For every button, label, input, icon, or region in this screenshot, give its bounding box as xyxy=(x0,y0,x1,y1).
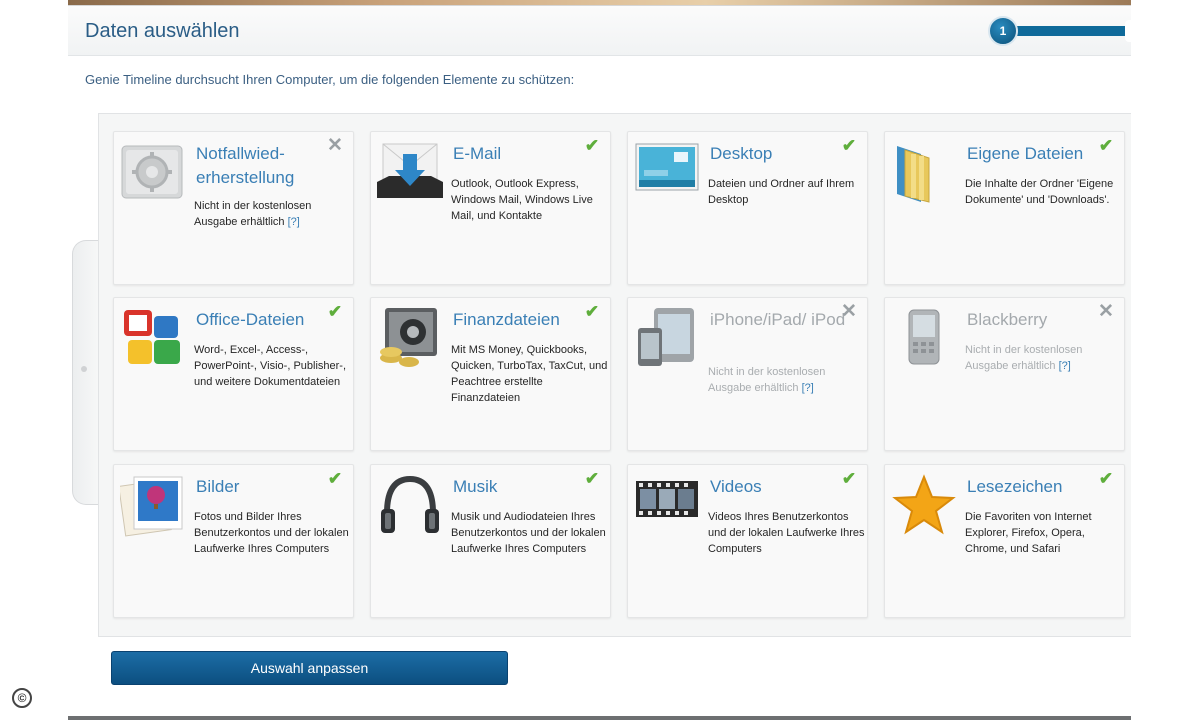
unavailable-x-icon: ✕ xyxy=(327,135,343,156)
checkmark-icon[interactable]: ✔ xyxy=(325,470,345,488)
tile-iphone-ipad-ipod[interactable]: iPhone/iPad/ iPod Nicht in der kostenlos… xyxy=(627,297,868,451)
tile-description: Outlook, Outlook Express, Windows Mail, … xyxy=(451,178,593,222)
side-tab-grip-icon xyxy=(81,366,87,372)
tile-title: Office-Dateien xyxy=(196,310,305,329)
tile-title: E-Mail xyxy=(453,144,502,163)
safe-coins-icon xyxy=(377,306,443,370)
checkmark-icon[interactable]: ✔ xyxy=(325,303,345,321)
photo-balloon-icon xyxy=(118,473,186,537)
recovery-gear-icon xyxy=(120,140,186,204)
desktop-screen-icon xyxy=(634,140,700,204)
office-apps-icon xyxy=(120,306,186,370)
tile-title: iPhone/iPad/ iPod xyxy=(710,310,846,329)
email-inbox-icon xyxy=(377,140,443,204)
tile-title: Finanzdateien xyxy=(453,310,560,329)
tile-office-dateien[interactable]: Office-Dateien Word-, Excel-, Access-, P… xyxy=(113,297,354,451)
tile-blackberry[interactable]: Blackberry Nicht in der kostenlosen Ausg… xyxy=(884,297,1125,451)
tile-description: Nicht in der kostenlosen Ausgabe erhältl… xyxy=(194,198,352,230)
checkmark-icon[interactable]: ✔ xyxy=(839,470,859,488)
tile-description: Nicht in der kostenlosen Ausgabe erhältl… xyxy=(965,342,1123,374)
tile-title: Eigene Dateien xyxy=(967,144,1084,163)
help-link[interactable]: [?] xyxy=(802,382,814,394)
film-strip-icon xyxy=(634,473,700,537)
copyright-icon: © xyxy=(12,688,32,708)
tile-title: Bilder xyxy=(196,477,240,496)
tile-email[interactable]: E-Mail Outlook, Outlook Express, Windows… xyxy=(370,131,611,285)
tile-description: Nicht in der kostenlosen Ausgabe erhältl… xyxy=(708,364,866,396)
tile-title: Notfallwied-erherstellung xyxy=(196,144,295,187)
stepper-track xyxy=(1002,26,1133,36)
step-indicator-1: 1 xyxy=(988,16,1018,46)
tile-bilder[interactable]: Bilder Fotos und Bilder Ihres Benutzerko… xyxy=(113,464,354,618)
headphones-icon xyxy=(377,473,443,537)
unavailable-x-icon: ✕ xyxy=(841,301,857,322)
tile-desktop[interactable]: Desktop Dateien und Ordner auf Ihrem Des… xyxy=(627,131,868,285)
tile-description: Dateien und Ordner auf Ihrem Desktop xyxy=(708,178,855,206)
tile-title: Musik xyxy=(453,477,498,496)
tile-eigene-dateien[interactable]: Eigene Dateien Die Inhalte der Ordner 'E… xyxy=(884,131,1125,285)
help-link[interactable]: [?] xyxy=(288,216,300,228)
tile-title: Desktop xyxy=(710,144,773,163)
unavailable-x-icon: ✕ xyxy=(1098,301,1114,322)
star-icon xyxy=(891,473,957,537)
tile-description: Word-, Excel-, Access-, PowerPoint-, Vis… xyxy=(194,344,347,388)
checkmark-icon[interactable]: ✔ xyxy=(582,303,602,321)
folder-icon xyxy=(891,140,957,204)
checkmark-icon[interactable]: ✔ xyxy=(839,137,859,155)
checkmark-icon[interactable]: ✔ xyxy=(582,470,602,488)
stepper-edge xyxy=(1125,20,1133,42)
tile-notfallwiederherstellung[interactable]: Notfallwied-erherstellung Nicht in der k… xyxy=(113,131,354,285)
intro-text: Genie Timeline durchsucht Ihren Computer… xyxy=(85,72,575,87)
progress-stepper: 1 xyxy=(988,16,1133,46)
checkmark-icon[interactable]: ✔ xyxy=(582,137,602,155)
tile-title: Lesezeichen xyxy=(967,477,1063,496)
tile-description: Die Favoriten von Internet Explorer, Fir… xyxy=(965,511,1092,555)
blackberry-phone-icon xyxy=(891,306,957,370)
help-link[interactable]: [?] xyxy=(1059,360,1071,372)
tile-finanzdateien[interactable]: Finanzdateien Mit MS Money, Quickbooks, … xyxy=(370,297,611,451)
checkmark-icon[interactable]: ✔ xyxy=(1096,137,1116,155)
tile-description: Videos Ihres Benutzerkontos und der loka… xyxy=(708,511,865,555)
customize-selection-button[interactable]: Auswahl anpassen xyxy=(111,651,508,685)
tile-musik[interactable]: Musik Musik und Audiodateien Ihres Benut… xyxy=(370,464,611,618)
mobile-devices-icon xyxy=(634,306,700,370)
checkmark-icon[interactable]: ✔ xyxy=(1096,470,1116,488)
tile-lesezeichen[interactable]: Lesezeichen Die Favoriten von Internet E… xyxy=(884,464,1125,618)
tile-description: Musik und Audiodateien Ihres Benutzerkon… xyxy=(451,511,606,555)
page-title: Daten auswählen xyxy=(85,20,240,42)
tile-description: Fotos und Bilder Ihres Benutzerkontos un… xyxy=(194,511,349,555)
category-grid: Notfallwied-erherstellung Nicht in der k… xyxy=(98,113,1131,637)
tile-description: Mit MS Money, Quickbooks, Quicken, Turbo… xyxy=(451,344,608,404)
tile-description: Die Inhalte der Ordner 'Eigene Dokumente… xyxy=(965,178,1114,206)
side-collapse-tab[interactable] xyxy=(72,240,100,505)
wizard-header: Daten auswählen 1 xyxy=(68,6,1133,56)
tile-title: Blackberry xyxy=(967,310,1048,329)
tile-videos[interactable]: Videos Videos Ihres Benutzerkontos und d… xyxy=(627,464,868,618)
tile-title: Videos xyxy=(710,477,762,496)
bottom-divider xyxy=(68,716,1131,720)
